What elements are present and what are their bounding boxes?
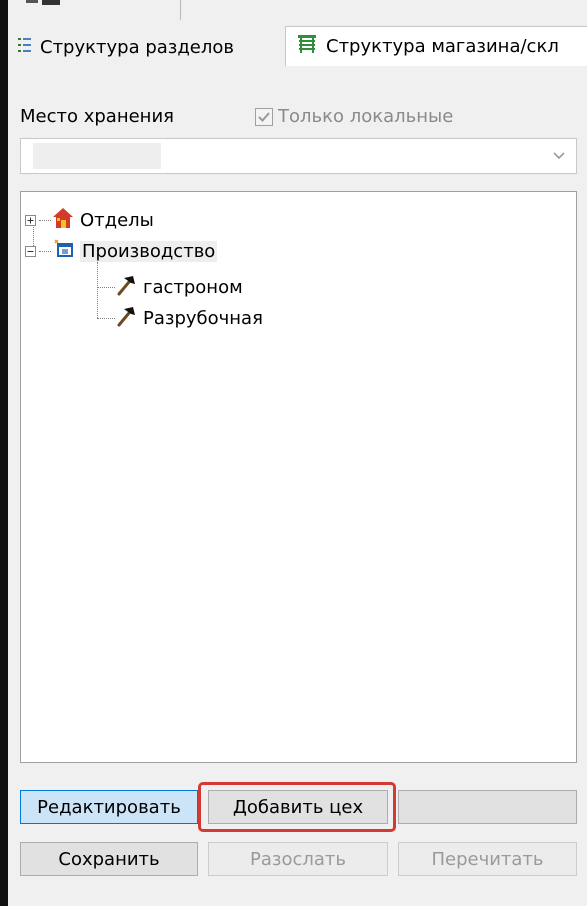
tree-node-departments[interactable]: Отделы [25,205,154,235]
tree-connector [97,287,115,288]
production-window-icon [52,238,74,265]
reread-button[interactable]: Перечитать [398,842,577,876]
hammer-icon [115,274,137,301]
checkmark-icon [258,112,270,122]
tree-node-label: гастроном [143,276,243,298]
toolbar-strip [8,0,587,20]
window-border [0,0,8,906]
tree-connector [97,318,115,319]
tab-label: Структура магазина/скл [326,36,559,57]
tab-section-structure[interactable]: Структура разделов [8,30,285,65]
expand-icon[interactable] [25,210,36,231]
send-button[interactable]: Разослать [208,842,388,876]
selected-value-redacted [33,143,161,169]
blank-button[interactable] [398,790,577,824]
tree-node-label: Отделы [80,209,154,231]
highlight-frame [198,782,396,832]
edit-button[interactable]: Редактировать [20,790,198,824]
storage-location-label: Место хранения [20,106,174,127]
tree-node-label: Производство [80,240,218,262]
toolbar-separator [180,0,181,20]
tree-node-production[interactable]: Производство [25,236,218,266]
tab-bar: Структура разделов Структура магазина/ск… [8,20,587,67]
local-only-checkbox[interactable] [255,108,273,126]
chevron-down-icon [553,152,565,160]
shop-structure-panel: Место хранения Только локальные Отделы П… [8,66,587,906]
house-icon [52,207,74,234]
save-button[interactable]: Сохранить [20,842,198,876]
toolbar-icon [26,0,60,5]
tab-label: Структура разделов [40,37,234,58]
local-only-label: Только локальные [278,106,454,127]
tab-shop-structure[interactable]: Структура магазина/скл [285,26,587,66]
structure-list-icon [18,36,32,59]
tree-node-label: Разрубочная [143,307,263,329]
tree-connector [97,262,98,318]
storage-location-select[interactable] [20,138,577,174]
collapse-icon[interactable] [25,241,36,262]
hammer-icon [115,305,137,332]
shop-structure-icon [296,33,318,60]
structure-tree[interactable]: Отделы Производство гастроном Разрубочна… [20,191,577,763]
tree-node-gastronom[interactable]: гастроном [115,272,243,302]
tree-node-razrubochnaya[interactable]: Разрубочная [115,303,263,333]
